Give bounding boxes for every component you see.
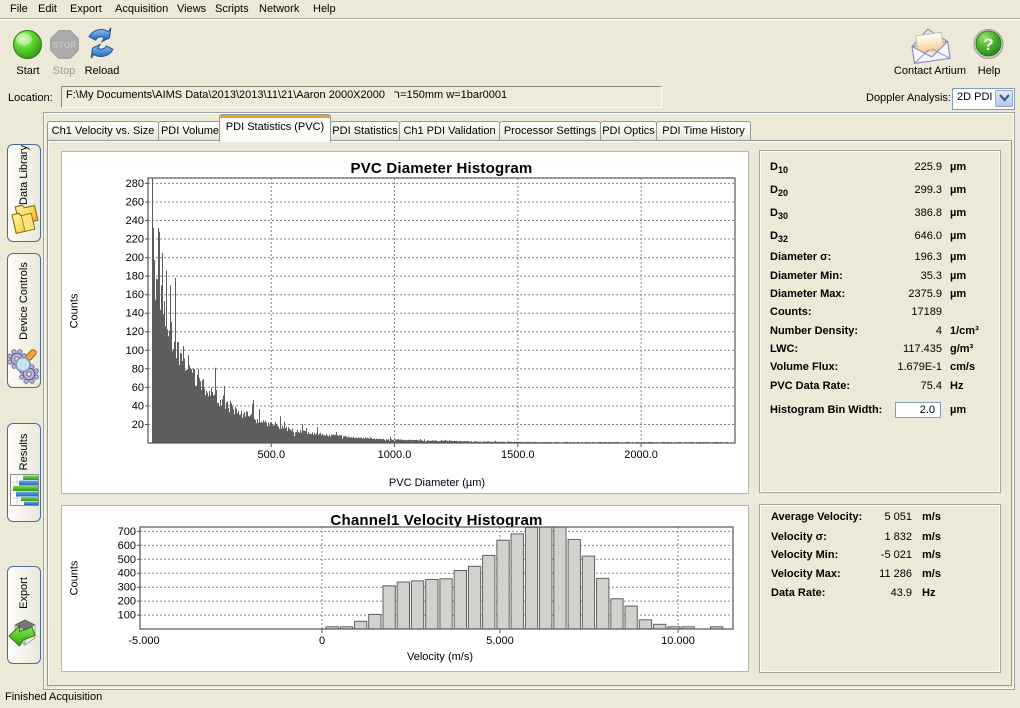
svg-text:5.000: 5.000 [486,635,514,647]
svg-text:600: 600 [118,540,136,552]
svg-text:200: 200 [118,596,136,608]
svg-text:STOP: STOP [53,40,76,50]
svg-text:100: 100 [118,610,136,622]
svg-text:-5.000: -5.000 [128,635,159,647]
svg-text:140: 140 [126,308,144,320]
svg-text:100: 100 [126,345,144,357]
svg-text:1500.0: 1500.0 [501,449,535,461]
svg-text:20: 20 [132,419,144,431]
svg-text:160: 160 [126,289,144,301]
svg-text:260: 260 [126,197,144,209]
svg-text:700: 700 [118,526,136,538]
svg-text:Velocity (m/s): Velocity (m/s) [407,651,473,663]
svg-text:280: 280 [126,178,144,190]
svg-text:240: 240 [126,215,144,227]
svg-text:220: 220 [126,234,144,246]
svg-text:2000.0: 2000.0 [624,449,658,461]
svg-text:80: 80 [132,363,144,375]
svg-text:?: ? [983,35,993,54]
svg-text:200: 200 [126,252,144,264]
svg-text:40: 40 [132,400,144,412]
svg-text:1000.0: 1000.0 [378,449,412,461]
svg-text:0: 0 [319,635,325,647]
svg-text:PVC Diameter (µm): PVC Diameter (µm) [389,477,485,489]
svg-text:60: 60 [132,382,144,394]
svg-text:Counts: Counts [69,293,81,328]
svg-text:500: 500 [118,554,136,566]
svg-text:10.000: 10.000 [661,635,695,647]
svg-text:500.0: 500.0 [258,449,286,461]
svg-text:400: 400 [118,568,136,580]
svg-text:120: 120 [126,326,144,338]
svg-text:PVC Diameter Histogram: PVC Diameter Histogram [351,160,533,177]
svg-text:300: 300 [118,582,136,594]
svg-text:Counts: Counts [69,560,81,595]
svg-text:180: 180 [126,271,144,283]
